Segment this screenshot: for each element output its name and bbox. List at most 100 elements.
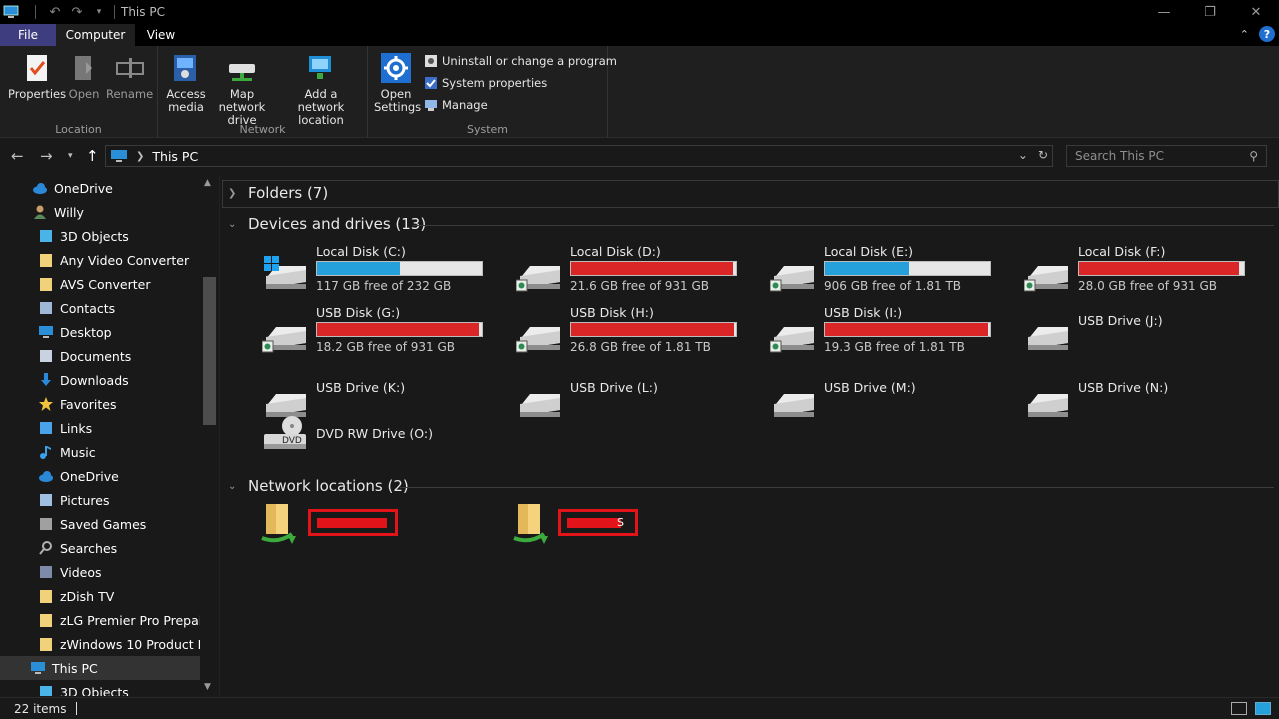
- drive-tile[interactable]: Local Disk (C:) 117 GB free of 232 GB: [262, 244, 502, 300]
- large-icons-view-icon[interactable]: [1255, 702, 1271, 715]
- drive-free-space: 26.8 GB free of 1.81 TB: [570, 340, 711, 354]
- scroll-up-icon[interactable]: ▲: [204, 178, 211, 188]
- drive-tile[interactable]: Local Disk (D:) 21.6 GB free of 931 GB: [515, 244, 756, 300]
- folders-section-header[interactable]: ❯ Folders (7): [228, 184, 328, 202]
- sidebar-item-this-pc[interactable]: This PC: [0, 656, 200, 680]
- drive-tile[interactable]: Local Disk (F:) 28.0 GB free of 931 GB: [1023, 244, 1264, 300]
- chevron-down-icon: ⌄: [228, 218, 237, 230]
- sidebar-item-pictures[interactable]: Pictures: [0, 488, 200, 512]
- usb-drive-icon: [770, 384, 816, 420]
- drive-name: USB Drive (M:): [824, 380, 916, 395]
- collapse-ribbon-icon[interactable]: ⌃: [1240, 28, 1249, 41]
- sidebar-item-label: zDish TV: [60, 588, 115, 604]
- network-section-header[interactable]: ⌄ Network locations (2): [228, 477, 409, 495]
- drive-tile[interactable]: USB Disk (I:) 19.3 GB free of 1.81 TB: [769, 305, 1010, 361]
- scroll-down-icon[interactable]: ▼: [204, 682, 211, 692]
- sidebar-item-3d-objects[interactable]: 3D Objects: [0, 224, 200, 248]
- properties-label: Properties: [8, 87, 67, 101]
- sidebar-item-avs-converter[interactable]: AVS Converter: [0, 272, 200, 296]
- help-icon[interactable]: ?: [1259, 26, 1275, 42]
- tab-file[interactable]: File: [0, 24, 56, 46]
- chevron-down-icon: ⌄: [228, 480, 237, 492]
- add-network-location-label: Add a network location: [297, 87, 345, 127]
- up-icon[interactable]: ↑: [86, 147, 99, 165]
- window-controls: — ❐ ✕: [1141, 0, 1279, 24]
- sidebar-item-zlg-premier-pro-prepaid[interactable]: zLG Premier Pro Prepaid: [0, 608, 200, 632]
- drive-free-space: 21.6 GB free of 931 GB: [570, 279, 709, 293]
- sidebar-item-label: Videos: [60, 564, 102, 580]
- sidebar-scrollbar-track[interactable]: [200, 176, 217, 696]
- chevron-right-icon: ❯: [228, 187, 237, 199]
- close-icon[interactable]: ✕: [1233, 0, 1279, 24]
- recent-locations-icon[interactable]: ▾: [68, 151, 73, 161]
- sidebar-item-onedrive[interactable]: OneDrive: [0, 176, 200, 200]
- breadcrumb-this-pc[interactable]: This PC: [152, 149, 198, 164]
- minimize-icon[interactable]: —: [1141, 0, 1187, 24]
- add-network-location-button[interactable]: Add a network location: [280, 52, 362, 127]
- tab-computer[interactable]: Computer: [56, 24, 135, 46]
- title-bar: ↶ ↷ ▾ This PC — ❐ ✕: [0, 0, 1279, 24]
- sidebar-item-documents[interactable]: Documents: [0, 344, 200, 368]
- map-network-drive-button[interactable]: Map network drive: [206, 52, 278, 127]
- system-properties-button[interactable]: System properties: [424, 76, 547, 90]
- sidebar-item-zdish-tv[interactable]: zDish TV: [0, 584, 200, 608]
- forward-icon[interactable]: →: [40, 147, 53, 165]
- sidebar-item-3d-objects[interactable]: 3D Objects: [0, 680, 200, 696]
- uninstall-program-button[interactable]: Uninstall or change a program: [424, 54, 617, 68]
- network-folder-icon: [512, 502, 552, 550]
- sidebar-item-saved-games[interactable]: Saved Games: [0, 512, 200, 536]
- sidebar-item-videos[interactable]: Videos: [0, 560, 200, 584]
- drive-tile[interactable]: USB Disk (G:) 18.2 GB free of 931 GB: [261, 305, 502, 361]
- rename-button[interactable]: Rename: [106, 52, 153, 101]
- undo-icon[interactable]: ↶: [46, 5, 64, 20]
- desktop-icon: [38, 324, 54, 340]
- sidebar-item-contacts[interactable]: Contacts: [0, 296, 200, 320]
- open-button[interactable]: Open: [68, 52, 100, 101]
- drive-usage-bar: [570, 322, 737, 337]
- drive-tile[interactable]: USB Drive (L:): [516, 372, 756, 428]
- drive-tile[interactable]: DVD DVD RW Drive (O:): [262, 416, 502, 484]
- maximize-icon[interactable]: ❐: [1187, 0, 1233, 24]
- network-location-tile[interactable]: S: [512, 502, 712, 552]
- network-group-label: Network: [239, 123, 286, 136]
- sidebar-item-links[interactable]: Links: [0, 416, 200, 440]
- search-box[interactable]: ⚲: [1066, 145, 1267, 167]
- network-location-tile[interactable]: [260, 502, 460, 552]
- properties-button[interactable]: Properties: [8, 52, 66, 101]
- sidebar-item-favorites[interactable]: Favorites: [0, 392, 200, 416]
- sidebar-item-downloads[interactable]: Downloads: [0, 368, 200, 392]
- drive-tile[interactable]: USB Drive (N:): [1024, 372, 1264, 428]
- drive-tile[interactable]: USB Drive (J:): [1024, 305, 1264, 361]
- drive-tile[interactable]: Local Disk (E:) 906 GB free of 1.81 TB: [769, 244, 1010, 300]
- sidebar-item-zwindows-10-product-key[interactable]: zWindows 10 Product Key: [0, 632, 200, 656]
- sidebar-item-willy[interactable]: Willy: [0, 200, 200, 224]
- redo-icon[interactable]: ↷: [68, 5, 86, 20]
- sidebar-item-any-video-converter[interactable]: Any Video Converter: [0, 248, 200, 272]
- address-dropdown-icon[interactable]: ⌄: [1018, 148, 1028, 162]
- drive-tile[interactable]: USB Drive (M:): [770, 372, 1010, 428]
- open-settings-button[interactable]: Open Settings: [374, 52, 421, 114]
- sidebar-item-label: 3D Objects: [60, 228, 129, 244]
- sidebar-scrollbar-thumb[interactable]: [203, 277, 216, 425]
- tab-view[interactable]: View: [135, 24, 187, 46]
- search-input[interactable]: [1075, 149, 1245, 163]
- drive-tile[interactable]: USB Disk (H:) 26.8 GB free of 1.81 TB: [515, 305, 756, 361]
- details-view-icon[interactable]: [1231, 702, 1247, 715]
- star-icon: [38, 396, 54, 412]
- sidebar-item-searches[interactable]: Searches: [0, 536, 200, 560]
- sidebar-item-label: Downloads: [60, 372, 129, 388]
- access-media-button[interactable]: Access media: [164, 52, 208, 114]
- breadcrumb-chevron-icon[interactable]: ❯: [136, 151, 144, 162]
- sidebar-item-desktop[interactable]: Desktop: [0, 320, 200, 344]
- sidebar-item-music[interactable]: Music: [0, 440, 200, 464]
- refresh-icon[interactable]: ↻: [1038, 148, 1048, 162]
- address-bar[interactable]: ❯ This PC ⌄ ↻: [105, 145, 1053, 167]
- pane-divider[interactable]: [219, 176, 220, 696]
- search-icon[interactable]: ⚲: [1249, 149, 1258, 163]
- back-icon[interactable]: ←: [11, 147, 24, 165]
- devices-section-header[interactable]: ⌄ Devices and drives (13): [228, 215, 426, 233]
- qat-dropdown-icon[interactable]: ▾: [90, 7, 108, 17]
- network-section-title: Network locations (2): [248, 477, 409, 495]
- sidebar-item-onedrive[interactable]: OneDrive: [0, 464, 200, 488]
- manage-button[interactable]: Manage: [424, 98, 488, 112]
